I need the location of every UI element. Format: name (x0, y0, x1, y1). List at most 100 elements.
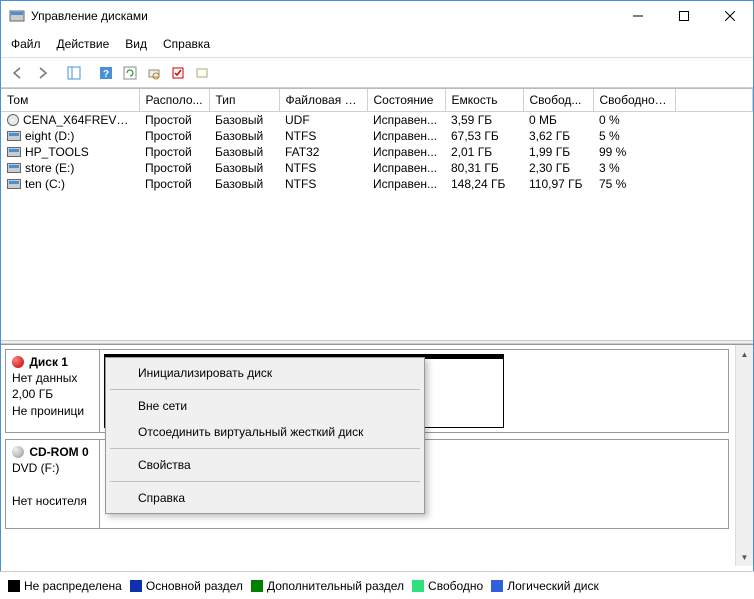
table-row[interactable]: HP_TOOLSПростойБазовыйFAT32Исправен...2,… (1, 144, 753, 160)
menu-action[interactable]: Действие (49, 33, 118, 55)
svg-text:?: ? (103, 69, 109, 80)
table-cell: Исправен... (367, 111, 445, 128)
disk-1-title: Диск 1 (29, 355, 68, 369)
col-layout[interactable]: Располо... (139, 89, 209, 111)
table-header-row: Том Располо... Тип Файловая с... Состоян… (1, 89, 753, 111)
hdd-icon (7, 179, 21, 189)
table-row[interactable]: CENA_X64FREV_R...ПростойБазовыйUDFИсправ… (1, 111, 753, 128)
table-row[interactable]: store (E:)ПростойБазовыйNTFSИсправен...8… (1, 160, 753, 176)
col-capacity[interactable]: Емкость (445, 89, 523, 111)
toolbar: ? (1, 58, 753, 88)
disk-1-line2: 2,00 ГБ (12, 387, 53, 401)
table-cell: Базовый (209, 144, 279, 160)
swatch-unallocated (8, 580, 20, 592)
forward-button[interactable] (31, 62, 53, 84)
back-button[interactable] (7, 62, 29, 84)
disk-1-header[interactable]: Диск 1 Нет данных 2,00 ГБ Не проиници (6, 350, 100, 432)
show-hide-console-tree-button[interactable] (63, 62, 85, 84)
table-cell: Простой (139, 176, 209, 192)
cm-separator (110, 448, 420, 449)
table-cell: 2,01 ГБ (445, 144, 523, 160)
swatch-logical (491, 580, 503, 592)
minimize-button[interactable] (615, 1, 661, 31)
vertical-scrollbar[interactable]: ▲ ▼ (735, 345, 753, 566)
maximize-button[interactable] (661, 1, 707, 31)
scroll-down-icon[interactable]: ▼ (736, 548, 753, 566)
extra-tool-2-button[interactable] (167, 62, 189, 84)
table-cell (675, 144, 753, 160)
table-cell (675, 128, 753, 144)
table-cell: Простой (139, 111, 209, 128)
extra-tool-1-button[interactable] (143, 62, 165, 84)
table-row[interactable]: ten (C:)ПростойБазовыйNTFSИсправен...148… (1, 176, 753, 192)
legend-unallocated: Не распределена (8, 579, 122, 593)
cdrom-0-header[interactable]: CD-ROM 0 DVD (F:) Нет носителя (6, 440, 100, 528)
table-cell: NTFS (279, 160, 367, 176)
col-filesystem[interactable]: Файловая с... (279, 89, 367, 111)
legend-primary: Основной раздел (130, 579, 243, 593)
table-cell: Исправен... (367, 160, 445, 176)
cd-icon (7, 114, 19, 126)
menu-view[interactable]: Вид (117, 33, 155, 55)
legend-logical: Логический диск (491, 579, 599, 593)
table-cell: 67,53 ГБ (445, 128, 523, 144)
table-cell: Простой (139, 144, 209, 160)
window-controls (615, 1, 753, 31)
table-cell: 75 % (593, 176, 675, 192)
help-button[interactable]: ? (95, 62, 117, 84)
menu-file[interactable]: Файл (3, 33, 49, 55)
cm-separator (110, 389, 420, 390)
scroll-up-icon[interactable]: ▲ (736, 345, 753, 363)
cm-help[interactable]: Справка (108, 485, 422, 511)
table-cell: NTFS (279, 176, 367, 192)
extra-tool-3-button[interactable] (191, 62, 213, 84)
table-cell: 2,30 ГБ (523, 160, 593, 176)
table-cell: UDF (279, 111, 367, 128)
menu-help[interactable]: Справка (155, 33, 218, 55)
app-icon (9, 8, 25, 24)
title-bar: Управление дисками (1, 1, 753, 31)
table-cell: eight (D:) (1, 128, 139, 144)
table-cell (675, 111, 753, 128)
col-status[interactable]: Состояние (367, 89, 445, 111)
cdrom-icon (12, 446, 24, 458)
table-cell: CENA_X64FREV_R... (1, 111, 139, 128)
close-button[interactable] (707, 1, 753, 31)
col-type[interactable]: Тип (209, 89, 279, 111)
cm-offline[interactable]: Вне сети (108, 393, 422, 419)
table-cell: 110,97 ГБ (523, 176, 593, 192)
col-volume[interactable]: Том (1, 89, 139, 111)
cdrom-0-status: Нет носителя (12, 494, 87, 508)
table-cell: Базовый (209, 128, 279, 144)
swatch-extended (251, 580, 263, 592)
table-cell: Исправен... (367, 176, 445, 192)
table-cell: 3 % (593, 160, 675, 176)
cdrom-0-line1: DVD (F:) (12, 461, 59, 475)
table-cell: ten (C:) (1, 176, 139, 192)
cdrom-0-title: CD-ROM 0 (29, 445, 88, 459)
legend-extended: Дополнительный раздел (251, 579, 404, 593)
cm-properties[interactable]: Свойства (108, 452, 422, 478)
refresh-button[interactable] (119, 62, 141, 84)
col-freepct[interactable]: Свободно % (593, 89, 675, 111)
menu-bar: Файл Действие Вид Справка (1, 31, 753, 58)
table-cell: Простой (139, 160, 209, 176)
swatch-primary (130, 580, 142, 592)
cm-detach-vhd[interactable]: Отсоединить виртуальный жесткий диск (108, 419, 422, 445)
cm-separator (110, 481, 420, 482)
col-free[interactable]: Свобод... (523, 89, 593, 111)
cm-initialize-disk[interactable]: Инициализировать диск (108, 360, 422, 386)
table-cell: NTFS (279, 128, 367, 144)
hdd-icon (7, 163, 21, 173)
context-menu: Инициализировать диск Вне сети Отсоедини… (105, 357, 425, 514)
legend-bar: Не распределена Основной раздел Дополнит… (0, 571, 754, 599)
window-title: Управление дисками (31, 9, 615, 23)
table-cell: 99 % (593, 144, 675, 160)
table-cell: 80,31 ГБ (445, 160, 523, 176)
table-cell: FAT32 (279, 144, 367, 160)
table-row[interactable]: eight (D:)ПростойБазовыйNTFSИсправен...6… (1, 128, 753, 144)
disk-error-icon (12, 356, 24, 368)
hdd-icon (7, 147, 21, 157)
volume-table[interactable]: Том Располо... Тип Файловая с... Состоян… (1, 89, 753, 192)
table-cell: HP_TOOLS (1, 144, 139, 160)
